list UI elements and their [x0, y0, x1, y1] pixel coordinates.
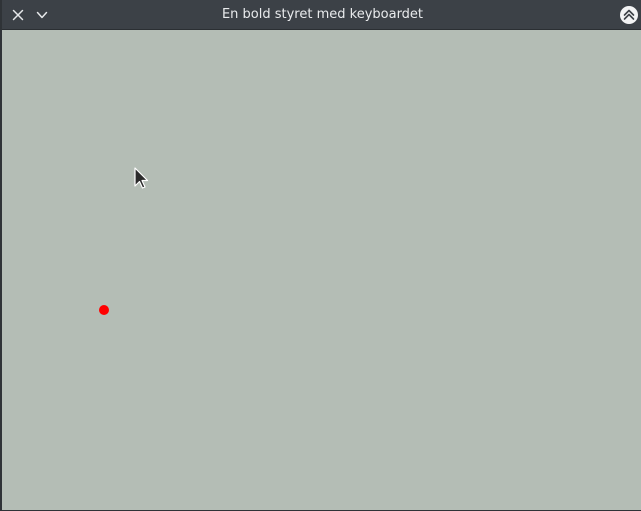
ball [99, 305, 109, 315]
title-bar[interactable]: En bold styret med keyboardet [2, 0, 641, 30]
game-canvas[interactable] [4, 30, 641, 510]
app-window: En bold styret med keyboardet [0, 0, 641, 511]
keep-above-icon [620, 6, 638, 24]
keep-above-button[interactable] [618, 4, 640, 26]
mouse-pointer-icon [134, 167, 149, 189]
window-title: En bold styret med keyboardet [221, 7, 424, 22]
